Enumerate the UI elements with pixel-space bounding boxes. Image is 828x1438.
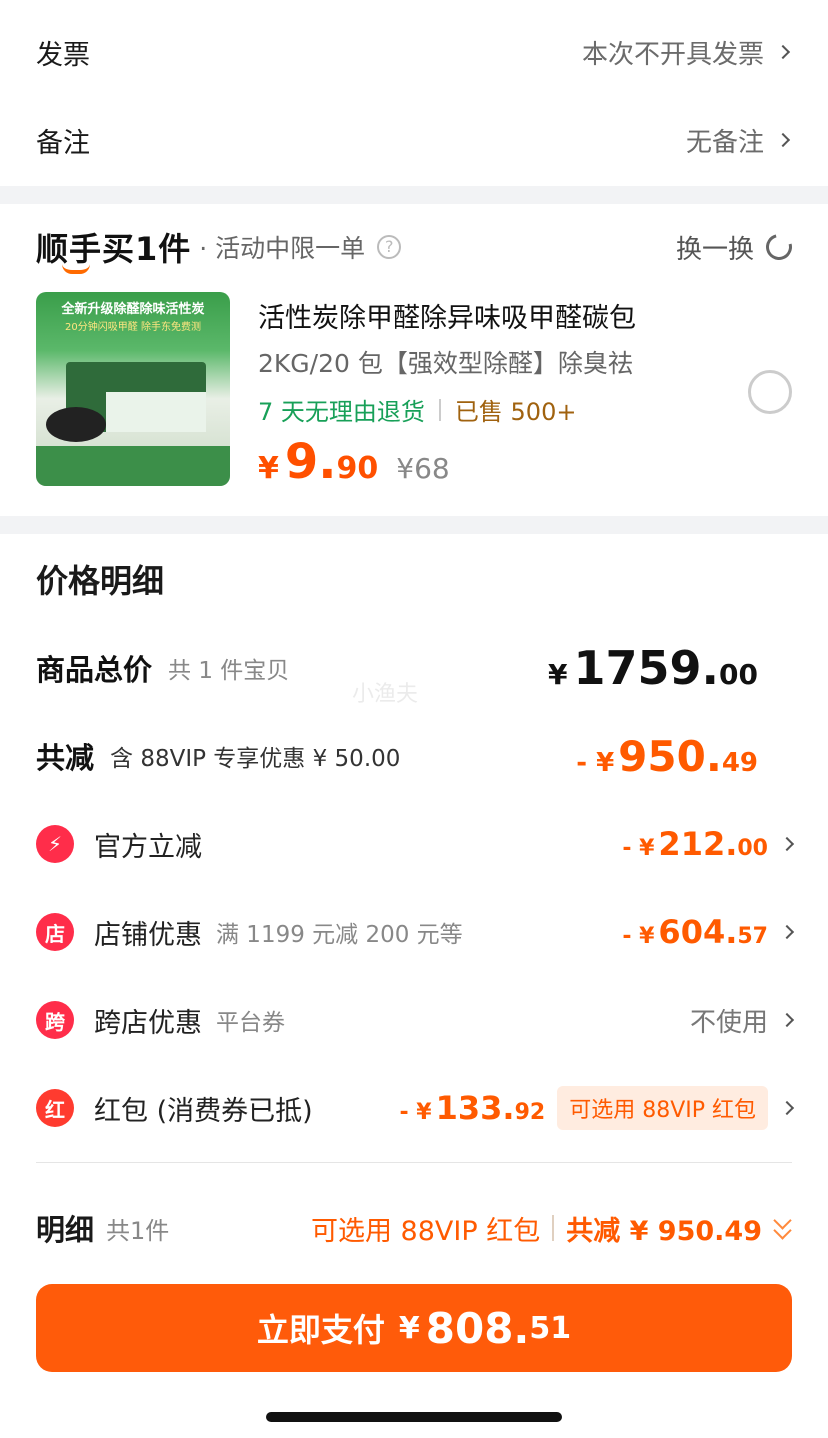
addon-subtitle: · 活动中限一单	[199, 234, 366, 263]
sold-count: 已售 500+	[454, 398, 577, 426]
section-divider	[0, 516, 828, 534]
chevron-right-icon	[779, 924, 795, 940]
cross-shop-discount-row[interactable]: 跨 跨店优惠 平台券 不使用	[36, 996, 795, 1044]
original-price: ¥68	[396, 452, 450, 485]
product-tags: 7 天无理由退货 已售 500+	[258, 392, 576, 427]
return-policy-tag: 7 天无理由退货	[258, 398, 425, 426]
product-title[interactable]: 活性炭除甲醛除异味吸甲醛碳包	[258, 296, 636, 335]
summary-total-discount: 共减 ¥ 950.49	[566, 1215, 762, 1247]
product-image[interactable]: 全新升级除醛除味活性炭 20分钟闪吸甲醛 除手东免费测	[36, 292, 230, 486]
product-price: ¥ 9. 90 ¥68	[258, 434, 450, 490]
section-divider	[0, 186, 828, 204]
chevron-right-icon	[779, 1012, 795, 1028]
shop-icon: 店	[36, 913, 74, 951]
official-discount-row[interactable]: ⚡ 官方立减 - ¥ 212. 00	[36, 820, 795, 868]
discount-row: 共减 含 88VIP 专享优惠 ¥ 50.00 - ¥ 950. 49	[36, 731, 758, 781]
shop-discount-row[interactable]: 店 店铺优惠 满 1199 元减 200 元等 - ¥ 604. 57	[36, 908, 795, 956]
product-select-radio[interactable]	[748, 370, 792, 414]
lightning-icon: ⚡	[36, 825, 74, 863]
divider	[36, 1162, 792, 1163]
chevron-right-icon	[775, 132, 791, 148]
product-image-banner: 全新升级除醛除味活性炭	[61, 302, 205, 317]
invoice-label: 发票	[36, 39, 90, 71]
home-indicator	[266, 1412, 562, 1422]
red-packet-row[interactable]: 红 红包 (消费券已抵) - ¥ 133. 92 可选用 88VIP 红包	[36, 1084, 795, 1132]
product-image-subbanner: 20分钟闪吸甲醛 除手东免费测	[65, 322, 201, 333]
chevron-right-icon	[775, 44, 791, 60]
addon-header: 顺手买1件 · 活动中限一单 ? 换一换	[36, 222, 797, 274]
total-price-amount: ¥ 1759. 00	[548, 641, 758, 695]
remark-label: 备注	[36, 127, 90, 159]
summary-count: 共1件	[106, 1216, 170, 1245]
summary-bar[interactable]: 明细 共1件 可选用 88VIP 红包 共减 ¥ 950.49	[36, 1200, 792, 1256]
swap-button[interactable]: 换一换	[676, 229, 797, 266]
cross-shop-icon: 跨	[36, 1001, 74, 1039]
remark-row[interactable]: 备注 无备注	[0, 96, 828, 184]
remark-value: 无备注	[686, 122, 791, 159]
total-price-row: 商品总价 共 1 件宝贝 ¥ 1759. 00	[36, 641, 758, 695]
summary-vip-text: 可选用 88VIP 红包	[310, 1215, 541, 1247]
discount-amount: - ¥ 950. 49	[576, 731, 758, 781]
summary-label: 明细	[36, 1213, 95, 1247]
double-chevron-down-icon[interactable]	[772, 1216, 792, 1240]
chevron-right-icon	[779, 1100, 795, 1116]
help-icon[interactable]: ?	[377, 235, 402, 259]
invoice-row[interactable]: 发票 本次不开具发票	[0, 8, 828, 96]
product-spec: 2KG/20 包【强效型除醛】除臭祛	[258, 349, 633, 378]
refresh-icon	[761, 229, 797, 265]
red-packet-icon: 红	[36, 1089, 74, 1127]
price-detail-title: 价格明细	[36, 562, 165, 600]
smile-logo-icon	[62, 264, 90, 274]
chevron-right-icon	[779, 836, 795, 852]
vip-red-packet-chip[interactable]: 可选用 88VIP 红包	[557, 1086, 768, 1130]
pay-now-button[interactable]: 立即支付 ¥ 808. 51	[36, 1284, 792, 1372]
invoice-value: 本次不开具发票	[582, 34, 791, 71]
addon-title: 顺手买1件	[36, 224, 191, 274]
